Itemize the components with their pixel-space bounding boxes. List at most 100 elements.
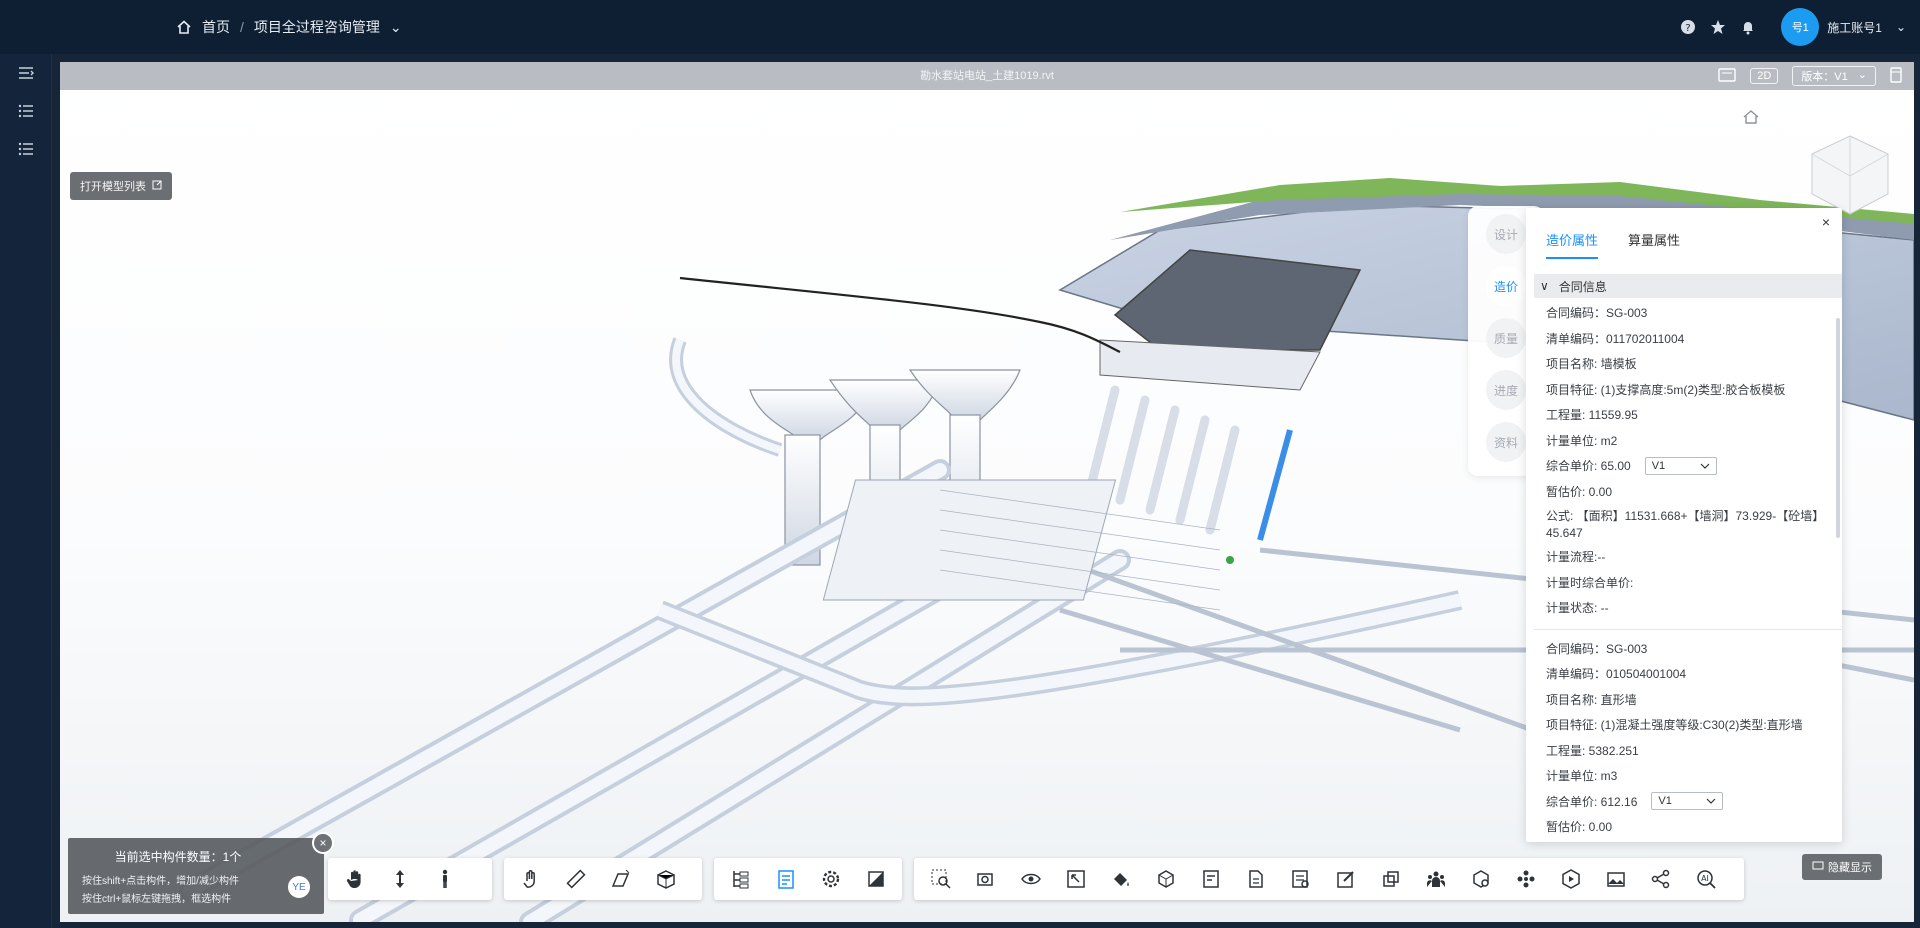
chevron-down-icon: [1700, 460, 1710, 472]
header-actions: ? 号1 施工账号1 ⌄: [1667, 0, 1920, 54]
copy-icon[interactable]: [1368, 858, 1413, 900]
document-icon[interactable]: [1233, 858, 1278, 900]
breadcrumb-separator: /: [240, 19, 244, 35]
selection-tip: 按住ctrl+鼠标左键拖拽，框选构件: [82, 894, 232, 905]
scene-icon[interactable]: [1593, 858, 1638, 900]
chevron-down-icon: [1706, 795, 1716, 807]
side-tab-progress[interactable]: 进度: [1486, 370, 1526, 410]
property-row: 项目特征: (1)支撑高度:5m(2)类型:胶合板模板: [1546, 382, 1786, 397]
property-row: 项目名称: 墙模板: [1546, 357, 1637, 372]
tab-quantity-properties[interactable]: 算量属性: [1628, 230, 1680, 259]
view-mode-toggle[interactable]: 2D: [1750, 68, 1779, 84]
chevron-down-icon: ∨: [1540, 279, 1549, 293]
material-icon[interactable]: [853, 858, 898, 900]
hand-pan-icon[interactable]: [332, 858, 377, 900]
explode-icon[interactable]: [1503, 858, 1548, 900]
price-version-select[interactable]: V1: [1644, 456, 1717, 475]
cube-sync-icon[interactable]: [1458, 858, 1503, 900]
toolbar-model-group: [714, 858, 902, 900]
person-walk-icon[interactable]: [422, 858, 467, 900]
component-icon[interactable]: [1143, 858, 1188, 900]
avatar[interactable]: 号1: [1781, 8, 1820, 46]
side-tab-cost[interactable]: 造价: [1486, 266, 1526, 306]
toolbar-measure-group: [504, 858, 702, 900]
edit-note-icon[interactable]: [1323, 858, 1368, 900]
star-icon[interactable]: [1709, 18, 1727, 36]
property-tabs: 造价属性 算量属性: [1546, 230, 1680, 259]
svg-text:?: ?: [1686, 23, 1691, 34]
app-root: 首页 / 项目全过程咨询管理 ⌄ ? 号1 施工账号1 ⌄ 勘水套站电站_土建1…: [0, 0, 1920, 928]
annotation-icon[interactable]: [1188, 858, 1233, 900]
property-row: 计量单位: m2: [1546, 433, 1618, 448]
breadcrumb: 首页 / 项目全过程咨询管理 ⌄: [176, 0, 402, 54]
chevron-down-icon[interactable]: ⌄: [1896, 20, 1906, 34]
property-row: 项目特征: (1)混凝土强度等级:C30(2)类型:直形墙: [1546, 718, 1803, 733]
zoom-box-icon[interactable]: [918, 858, 963, 900]
breadcrumb-current[interactable]: 项目全过程咨询管理: [254, 17, 380, 37]
section-header-contract[interactable]: ∨ 合同信息: [1534, 274, 1842, 298]
open-model-list-button[interactable]: 打开模型列表: [70, 172, 172, 200]
filter-icon[interactable]: YE: [288, 876, 310, 898]
section-plane-icon[interactable]: [598, 858, 643, 900]
properties-icon[interactable]: [763, 858, 808, 900]
chevron-down-icon[interactable]: ⌄: [390, 19, 402, 36]
side-tab-quality[interactable]: 质量: [1486, 318, 1526, 358]
camera-view-icon[interactable]: [963, 858, 1008, 900]
hide-ui-button[interactable]: 隐藏显示: [1802, 854, 1882, 880]
vertical-move-icon[interactable]: [377, 858, 422, 900]
report-icon[interactable]: [1278, 858, 1323, 900]
property-row: 计量状态: --: [1546, 601, 1609, 616]
panel-scrollbar[interactable]: [1836, 318, 1840, 538]
bell-icon[interactable]: [1739, 18, 1757, 36]
property-row: 项目名称: 直形墙: [1546, 692, 1637, 707]
user-name[interactable]: 施工账号1: [1827, 19, 1882, 36]
side-tab-documents[interactable]: 资料: [1486, 422, 1526, 462]
model-viewer[interactable]: 勘水套站电站_土建1019.rvt 2D 版本：V1 ⌄ 打开模型列表 设计 造…: [60, 62, 1914, 922]
side-tab-design[interactable]: 设计: [1486, 214, 1526, 254]
panel-layout-icon[interactable]: [1890, 66, 1902, 86]
property-panel: × 造价属性 算量属性 ∨ 合同信息 合同编码：SG-003 清单编码：0117…: [1526, 208, 1842, 842]
side-tab-label: 设计: [1493, 227, 1518, 242]
tab-cost-properties[interactable]: 造价属性: [1546, 230, 1599, 259]
property-row: 暂估价: 0.00: [1546, 484, 1613, 499]
close-icon[interactable]: ×: [312, 832, 334, 854]
side-tab-label: 质量: [1493, 331, 1518, 346]
section-box-icon[interactable]: [643, 858, 688, 900]
fit-window-icon[interactable]: [1053, 858, 1098, 900]
ai-search-icon[interactable]: AI: [1683, 858, 1728, 900]
section-title: 合同信息: [1558, 279, 1607, 294]
home-icon[interactable]: [176, 19, 192, 35]
list-icon[interactable]: [0, 92, 52, 130]
version-select-label: 版本：V1: [1801, 71, 1848, 83]
close-icon[interactable]: ×: [1818, 214, 1834, 230]
help-icon[interactable]: ?: [1679, 18, 1697, 36]
gesture-icon[interactable]: [508, 858, 553, 900]
paint-icon[interactable]: [1098, 858, 1143, 900]
menu-toggle-icon[interactable]: [0, 54, 52, 92]
external-link-icon: [152, 180, 162, 193]
price-version-value: V1: [1658, 795, 1672, 808]
version-select[interactable]: 版本：V1 ⌄: [1792, 66, 1876, 86]
settings-icon[interactable]: [808, 858, 853, 900]
unit-price-label: 综合单价: 65.00: [1546, 459, 1631, 474]
divider: [1534, 628, 1842, 630]
property-row-unit-price: 综合单价: 65.00 V1: [1546, 453, 1836, 479]
property-row: 合同编码：SG-003: [1546, 641, 1648, 656]
visibility-icon[interactable]: [1008, 858, 1053, 900]
measure-ruler-icon[interactable]: [553, 858, 598, 900]
property-row: 计量单位: m3: [1546, 769, 1618, 784]
property-row: 清单编码：011702011004: [1546, 331, 1685, 346]
property-row-formula: 公式: 【面积】11531.668+【墙洞】73.929-【砼墙】45.647: [1546, 509, 1825, 540]
screen-icon[interactable]: [1718, 67, 1736, 85]
home-view-icon[interactable]: [1742, 108, 1760, 126]
side-tab-label: 造价: [1493, 279, 1518, 294]
side-tab-label: 资料: [1493, 435, 1518, 450]
progress-icon[interactable]: [1548, 858, 1593, 900]
property-row: 计量流程:--: [1546, 550, 1606, 565]
model-tree-icon[interactable]: [718, 858, 763, 900]
price-version-select[interactable]: V1: [1651, 792, 1724, 811]
breadcrumb-home-link[interactable]: 首页: [202, 17, 230, 37]
people-icon[interactable]: [1413, 858, 1458, 900]
share-icon[interactable]: [1638, 858, 1683, 900]
list-icon[interactable]: [0, 130, 52, 168]
